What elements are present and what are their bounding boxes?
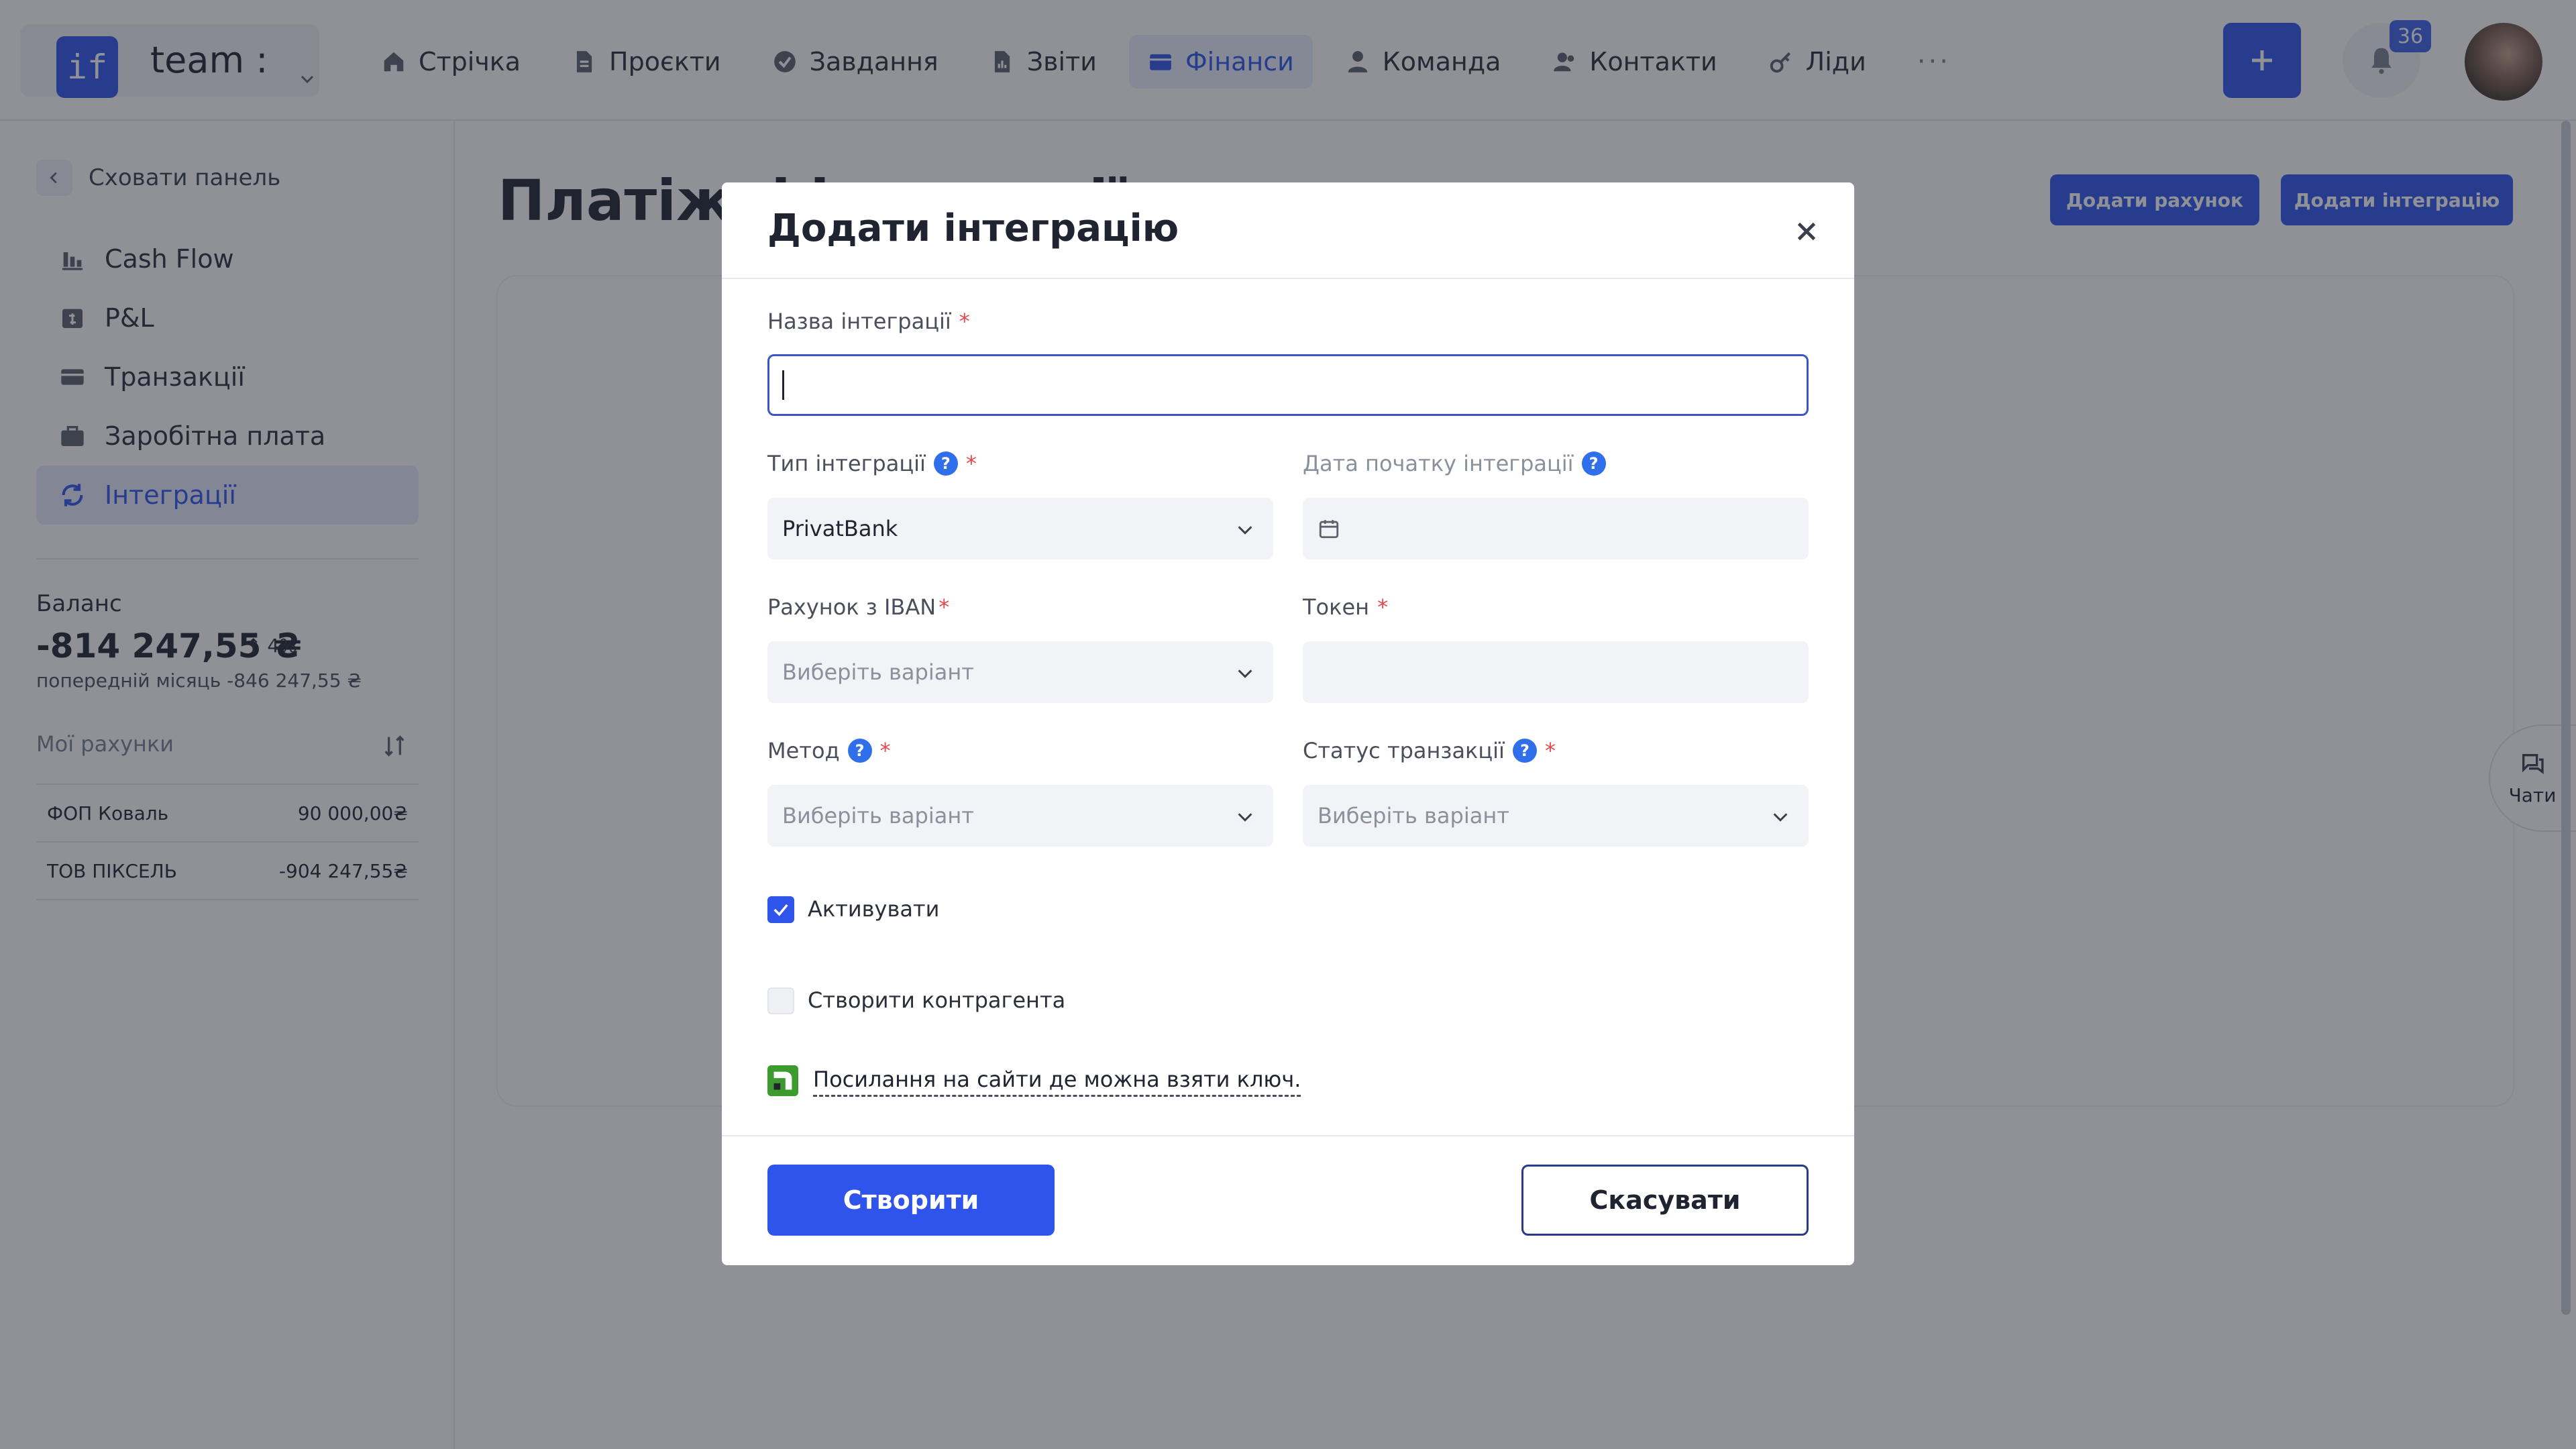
activate-label[interactable]: Активувати [808,896,939,922]
token-input[interactable] [1303,641,1809,703]
help-icon[interactable]: ? [933,451,958,476]
method-select[interactable]: Виберіть варіант [767,785,1273,847]
select-placeholder: Виберіть варіант [1318,803,1509,828]
add-integration-modal: Додати інтеграцію Назва інтеграції * Тип… [722,182,1854,1265]
select-placeholder: Виберіть варіант [782,803,974,828]
label-text: Дата початку інтеграції [1303,451,1574,476]
label-text: Назва інтеграції [767,309,951,334]
chevron-down-icon [1238,669,1252,678]
close-icon[interactable] [1791,216,1822,247]
checkmark-icon [773,904,788,916]
token-label: Токен * [1303,594,1388,620]
create-counterparty-checkbox[interactable] [767,987,794,1014]
method-label: Метод ? * [767,738,891,763]
help-icon[interactable]: ? [1512,739,1537,763]
activate-checkbox[interactable] [767,896,794,923]
select-value: PrivatBank [782,516,898,541]
chevron-down-icon [1238,526,1252,535]
start-date-picker[interactable] [1303,498,1809,559]
start-date-label: Дата початку інтеграції ? [1303,451,1606,476]
iban-account-label: Рахунок з IBAN * [767,594,949,620]
integration-name-label: Назва інтеграції * [767,309,970,334]
required-mark: * [1544,738,1556,763]
cancel-button[interactable]: Скасувати [1521,1165,1809,1236]
required-mark: * [938,594,950,620]
divider [722,1135,1854,1136]
required-mark: * [965,451,977,476]
label-text: Рахунок з IBAN [767,594,936,620]
integration-type-label: Тип інтеграції ? * [767,451,977,476]
iban-account-select[interactable]: Виберіть варіант [767,641,1273,703]
chevron-down-icon [1238,813,1252,822]
required-mark: * [1377,594,1389,620]
transaction-status-label: Статус транзакції ? * [1303,738,1556,763]
integration-name-input[interactable] [767,354,1809,416]
privatbank-logo-icon [767,1065,798,1096]
required-mark: * [959,309,970,334]
label-text: Тип інтеграції [767,451,926,476]
label-text: Метод [767,738,840,763]
select-placeholder: Виберіть варіант [782,659,974,685]
help-icon[interactable]: ? [1581,451,1606,476]
text-caret [782,370,784,400]
modal-title: Додати інтеграцію [767,207,1179,250]
create-counterparty-label[interactable]: Створити контрагента [808,987,1065,1013]
create-button[interactable]: Створити [767,1165,1055,1236]
integration-type-select[interactable]: PrivatBank [767,498,1273,559]
calendar-icon [1319,520,1339,539]
chevron-down-icon [1773,813,1788,822]
transaction-status-select[interactable]: Виберіть варіант [1303,785,1809,847]
divider [722,278,1854,279]
label-text: Статус транзакції [1303,738,1505,763]
label-text: Токен [1303,594,1370,620]
help-icon[interactable]: ? [847,739,872,763]
required-mark: * [879,738,891,763]
api-key-link[interactable]: Посилання на сайти де можна взяти ключ. [813,1067,1301,1097]
